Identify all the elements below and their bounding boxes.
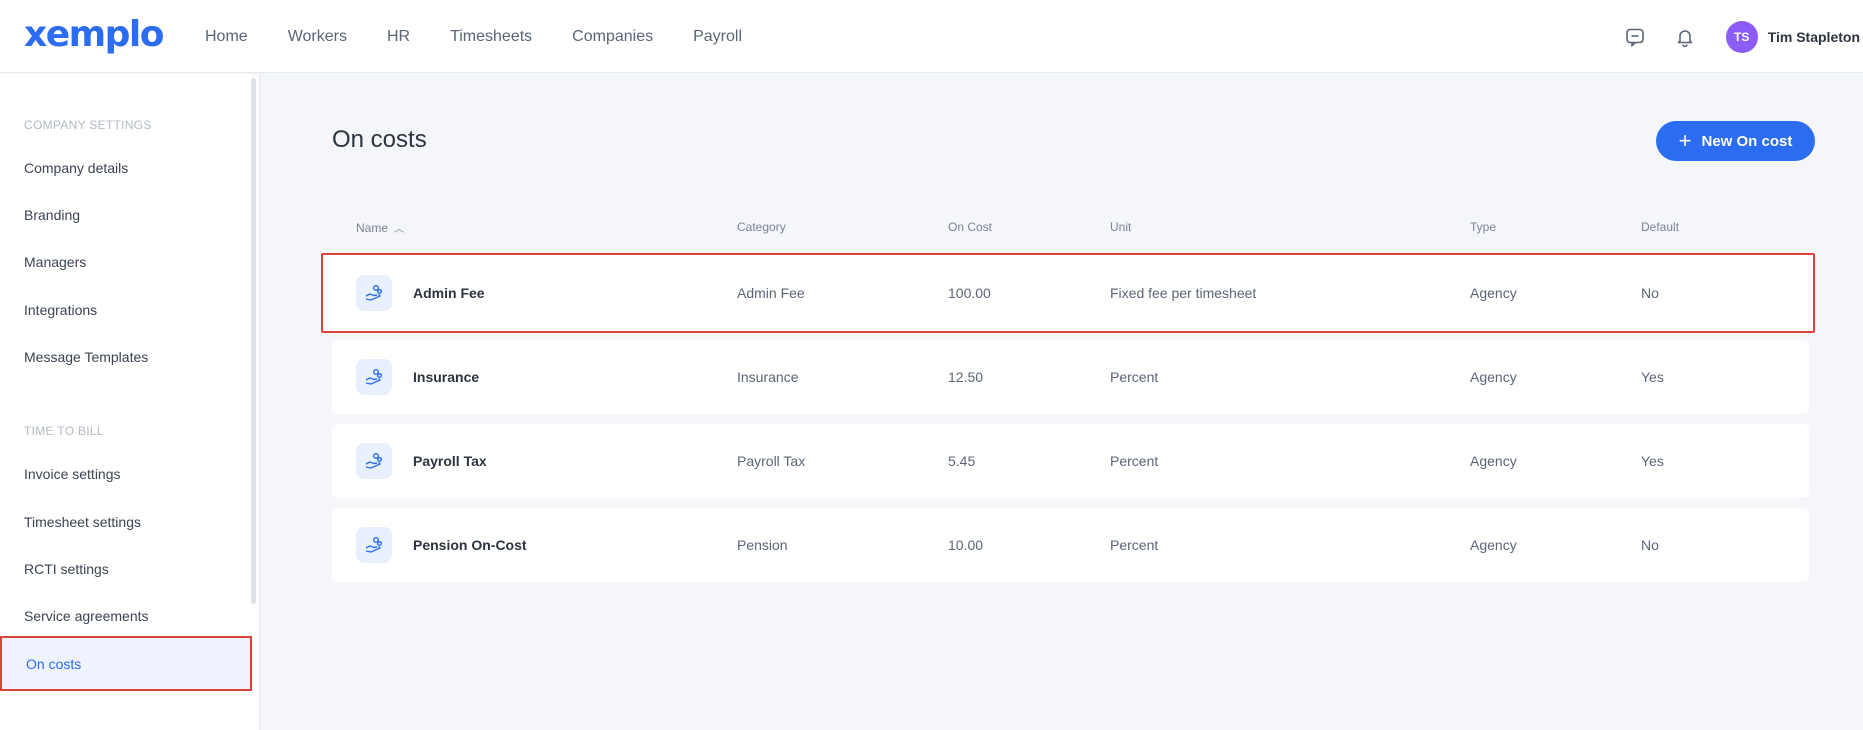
hand-coins-icon bbox=[356, 275, 392, 311]
row-type: Agency bbox=[1470, 537, 1517, 553]
row-default: Yes bbox=[1641, 453, 1664, 469]
row-default: No bbox=[1641, 285, 1659, 301]
column-header-unit[interactable]: Unit bbox=[1110, 220, 1131, 234]
new-on-cost-label: New On cost bbox=[1701, 132, 1793, 150]
nav-timesheets[interactable]: Timesheets bbox=[450, 28, 532, 46]
main-nav: Home Workers HR Timesheets Companies Pay… bbox=[205, 0, 742, 73]
row-type: Agency bbox=[1470, 453, 1517, 469]
top-navigation-bar: xemplo Home Workers HR Timesheets Compan… bbox=[0, 0, 1863, 73]
sidebar-item-timesheet-settings[interactable]: Timesheet settings bbox=[0, 502, 252, 542]
plus-icon: + bbox=[1678, 128, 1692, 153]
row-name: Pension On-Cost bbox=[413, 537, 527, 553]
row-on-cost: 10.00 bbox=[948, 537, 984, 553]
nav-home[interactable]: Home bbox=[205, 28, 248, 46]
sidebar-item-branding[interactable]: Branding bbox=[0, 195, 252, 235]
bell-icon[interactable] bbox=[1672, 24, 1698, 50]
sidebar-item-invoice-settings[interactable]: Invoice settings bbox=[0, 454, 252, 494]
row-name: Admin Fee bbox=[413, 285, 485, 301]
hand-coins-icon bbox=[356, 527, 392, 563]
sidebar-item-integrations[interactable]: Integrations bbox=[0, 290, 252, 330]
row-type: Agency bbox=[1470, 369, 1517, 385]
row-name: Insurance bbox=[413, 369, 480, 385]
nav-workers[interactable]: Workers bbox=[288, 28, 347, 46]
row-on-cost: 5.45 bbox=[948, 453, 976, 469]
nav-companies[interactable]: Companies bbox=[572, 28, 653, 46]
nav-hr[interactable]: HR bbox=[387, 28, 410, 46]
nav-payroll[interactable]: Payroll bbox=[693, 28, 742, 46]
user-avatar[interactable]: TS bbox=[1725, 20, 1758, 53]
row-on-cost: 100.00 bbox=[948, 285, 991, 301]
row-default: Yes bbox=[1641, 369, 1664, 385]
hand-coins-icon bbox=[356, 443, 392, 479]
new-on-cost-button[interactable]: + New On cost bbox=[1656, 121, 1815, 161]
page-title: On costs bbox=[332, 126, 427, 153]
column-header-name-label: Name bbox=[356, 221, 389, 235]
column-header-type[interactable]: Type bbox=[1470, 220, 1496, 234]
row-default: No bbox=[1641, 537, 1659, 553]
column-header-default[interactable]: Default bbox=[1641, 220, 1679, 234]
row-category: Insurance bbox=[737, 369, 799, 385]
table-row[interactable]: Admin Fee Admin Fee 100.00 Fixed fee per… bbox=[321, 253, 1815, 333]
table-row[interactable]: Insurance Insurance 12.50 Percent Agency… bbox=[332, 340, 1809, 414]
user-name[interactable]: Tim Stapleton bbox=[1768, 29, 1860, 45]
row-category: Admin Fee bbox=[737, 285, 805, 301]
xemplo-logo[interactable]: xemplo bbox=[24, 14, 165, 55]
hand-coins-icon bbox=[356, 359, 392, 395]
row-on-cost: 12.50 bbox=[948, 369, 984, 385]
table-row[interactable]: Payroll Tax Payroll Tax 5.45 Percent Age… bbox=[332, 424, 1809, 498]
column-header-category[interactable]: Category bbox=[737, 220, 786, 234]
sort-ascending-icon: ︿ bbox=[394, 224, 405, 235]
table-row[interactable]: Pension On-Cost Pension 10.00 Percent Ag… bbox=[332, 508, 1809, 582]
row-name: Payroll Tax bbox=[413, 453, 487, 469]
row-type: Agency bbox=[1470, 285, 1517, 301]
sidebar-item-company-details[interactable]: Company details bbox=[0, 148, 252, 188]
sidebar-item-message-templates[interactable]: Message Templates bbox=[0, 337, 252, 377]
sidebar-item-rcti-settings[interactable]: RCTI settings bbox=[0, 549, 252, 589]
row-category: Pension bbox=[737, 537, 788, 553]
sidebar-item-on-costs[interactable]: On costs bbox=[0, 636, 252, 691]
chat-icon[interactable] bbox=[1622, 24, 1648, 50]
section-heading-time-to-bill: TIME TO BILL bbox=[24, 424, 104, 438]
user-area: TS Tim Stapleton bbox=[1622, 0, 1860, 73]
row-unit: Percent bbox=[1110, 369, 1159, 385]
column-header-name[interactable]: Name ︿ bbox=[356, 220, 404, 235]
section-heading-company-settings: COMPANY SETTINGS bbox=[24, 118, 152, 132]
row-unit: Percent bbox=[1110, 537, 1159, 553]
sidebar-item-service-agreements[interactable]: Service agreements bbox=[0, 596, 252, 636]
column-header-on-cost[interactable]: On Cost bbox=[948, 220, 992, 234]
sidebar-item-managers[interactable]: Managers bbox=[0, 242, 252, 282]
row-category: Payroll Tax bbox=[737, 453, 806, 469]
row-unit: Fixed fee per timesheet bbox=[1110, 285, 1257, 301]
settings-sidebar: COMPANY SETTINGS Company details Brandin… bbox=[0, 74, 260, 730]
row-unit: Percent bbox=[1110, 453, 1159, 469]
